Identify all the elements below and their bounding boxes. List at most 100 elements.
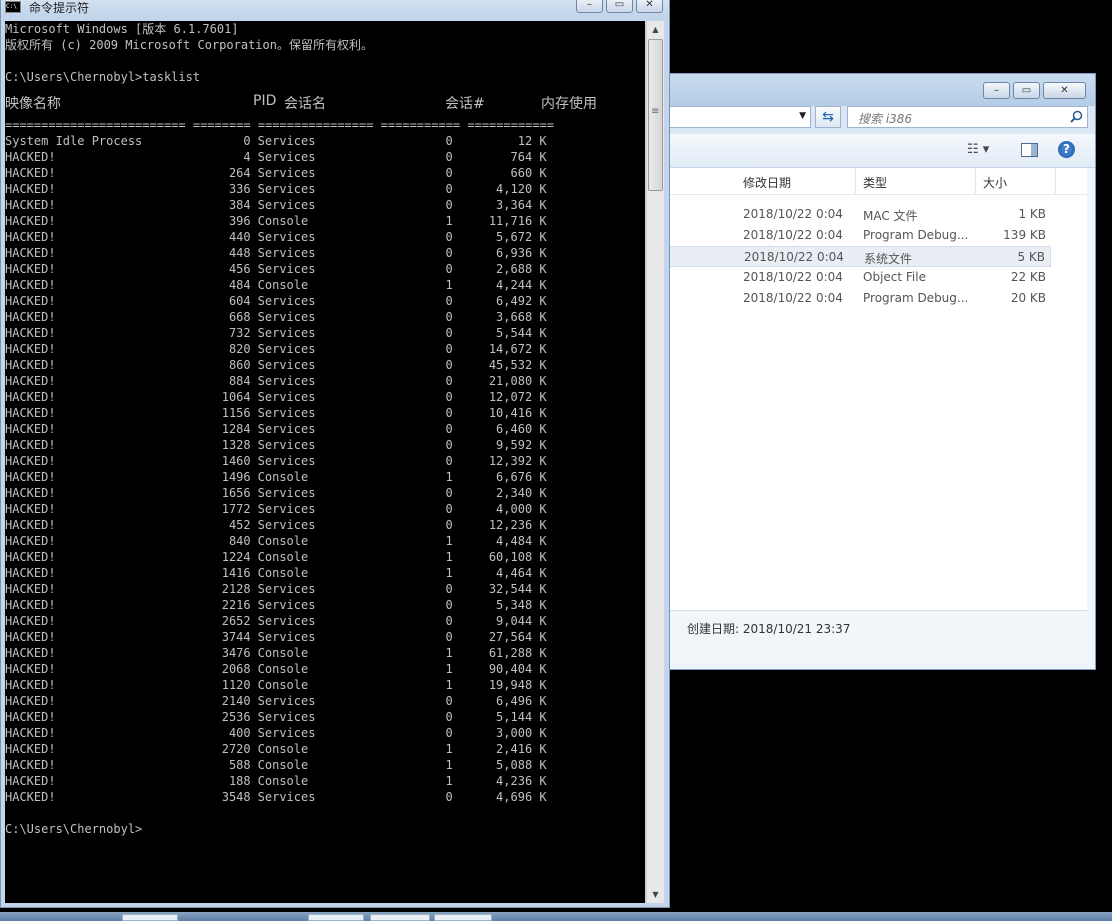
process-pid: 2216 [221, 598, 251, 612]
maximize-icon[interactable]: ▭ [606, 0, 633, 13]
process-mem: 14,672 K [488, 342, 547, 356]
process-session: Services [257, 502, 316, 516]
console-output[interactable]: Microsoft Windows [版本 6.1.7601] 版权所有 (c)… [5, 21, 645, 903]
column-size[interactable]: 大小 [983, 174, 1007, 191]
preview-pane-icon[interactable] [1021, 143, 1038, 157]
maximize-icon[interactable]: ▭ [1013, 82, 1040, 99]
header-session-num: 会话# [445, 96, 485, 112]
process-mem: 6,460 K [496, 422, 547, 436]
taskbar-item[interactable] [370, 914, 430, 921]
file-size: 139 KB [1003, 228, 1046, 242]
process-name: HACKED! [5, 774, 56, 788]
process-session: Console [257, 662, 309, 676]
details-created: 创建日期: 2018/10/21 23:37 [687, 622, 851, 636]
taskbar [0, 912, 1112, 921]
column-type[interactable]: 类型 [863, 174, 887, 191]
table-row: HACKED! 396 Console 1 11,716 K [5, 213, 645, 229]
close-icon[interactable]: ✕ [1043, 82, 1086, 99]
views-icon[interactable]: ☷ ▾ [967, 142, 989, 157]
process-mem: 2,340 K [496, 486, 547, 500]
column-date[interactable]: 修改日期 [743, 174, 791, 191]
process-mem: 19,948 K [488, 678, 547, 692]
address-input[interactable]: ▼ [667, 106, 811, 128]
process-pid: 1156 [221, 406, 251, 420]
process-pid: 1496 [221, 470, 251, 484]
process-pid: 456 [228, 262, 251, 276]
process-num: 0 [445, 262, 453, 276]
process-num: 1 [445, 662, 453, 676]
refresh-icon[interactable]: ⇆ [815, 106, 841, 128]
process-mem: 4,244 K [496, 278, 547, 292]
process-mem: 9,044 K [496, 614, 547, 628]
file-row[interactable]: 2018/10/22 0:04 MAC 文件 1 KB [667, 204, 1051, 225]
process-session: Services [257, 486, 316, 500]
process-name: System Idle Process [5, 134, 143, 148]
process-num: 0 [445, 486, 453, 500]
process-num: 1 [445, 214, 453, 228]
process-session: Console [257, 774, 309, 788]
process-num: 0 [445, 166, 453, 180]
cmd-titlebar[interactable]: C:\ 命令提示符 – ▭ ✕ [1, 0, 669, 15]
file-date: 2018/10/22 0:04 [743, 207, 843, 221]
header-session: 会话名 [284, 96, 326, 112]
scroll-down-icon[interactable]: ▼ [647, 886, 664, 903]
file-row[interactable]: 2018/10/22 0:04 Object File 22 KB [667, 267, 1051, 288]
taskbar-item[interactable] [434, 914, 492, 921]
search-icon[interactable] [1070, 110, 1083, 123]
process-session: Services [257, 150, 316, 164]
explorer-window: – ▭ ✕ ▼ ⇆ 搜索 i386 ☷ ▾ ? 修改日期 类型 大小 2018/… [666, 73, 1096, 670]
explorer-titlebar[interactable]: – ▭ ✕ [667, 74, 1095, 106]
close-icon[interactable]: ✕ [636, 0, 663, 13]
process-pid: 0 [243, 134, 251, 148]
file-row[interactable]: 2018/10/22 0:04 系统文件 5 KB [667, 246, 1051, 267]
file-type: 系统文件 [864, 252, 913, 266]
process-pid: 840 [228, 534, 251, 548]
search-input[interactable]: 搜索 i386 [847, 106, 1088, 128]
vertical-scrollbar[interactable]: ▲ ▼ [646, 21, 664, 903]
file-type: Object File [863, 270, 926, 284]
process-session: Services [257, 630, 316, 644]
taskbar-item[interactable] [122, 914, 178, 921]
process-name: HACKED! [5, 342, 56, 356]
chevron-down-icon[interactable]: ▼ [799, 111, 806, 121]
cmd-caption-buttons: – ▭ ✕ [573, 0, 663, 13]
table-row: HACKED! 440 Services 0 5,672 K [5, 229, 645, 245]
help-icon[interactable]: ? [1058, 141, 1075, 158]
file-size: 20 KB [1010, 291, 1046, 305]
cmd-icon[interactable]: C:\ [5, 1, 21, 13]
process-name: HACKED! [5, 166, 56, 180]
file-date: 2018/10/22 0:04 [743, 291, 843, 305]
process-name: HACKED! [5, 758, 56, 772]
scroll-thumb[interactable] [648, 39, 663, 191]
table-row: HACKED! 400 Services 0 3,000 K [5, 725, 645, 741]
process-name: HACKED! [5, 246, 56, 260]
process-session: Services [257, 262, 316, 276]
process-pid: 2720 [221, 742, 251, 756]
process-pid: 860 [228, 358, 251, 372]
process-name: HACKED! [5, 310, 56, 324]
process-pid: 2068 [221, 662, 251, 676]
process-session: Console [257, 534, 309, 548]
process-mem: 4,464 K [496, 566, 547, 580]
process-num: 0 [445, 230, 453, 244]
taskbar-item[interactable] [308, 914, 364, 921]
scroll-up-icon[interactable]: ▲ [647, 21, 664, 38]
file-row[interactable]: 2018/10/22 0:04 Program Debug... 139 KB [667, 225, 1051, 246]
process-mem: 4,484 K [496, 534, 547, 548]
process-pid: 400 [228, 726, 251, 740]
process-session: Services [257, 406, 316, 420]
file-row[interactable]: 2018/10/22 0:04 Program Debug... 20 KB [667, 288, 1051, 309]
process-mem: 32,544 K [488, 582, 547, 596]
process-mem: 4,000 K [496, 502, 547, 516]
file-type: Program Debug... [863, 291, 969, 305]
process-session: Services [257, 454, 316, 468]
table-row: HACKED! 1460 Services 0 12,392 K [5, 453, 645, 469]
process-session: Console [257, 550, 309, 564]
process-name: HACKED! [5, 214, 56, 228]
minimize-icon[interactable]: – [983, 82, 1010, 99]
table-row: HACKED! 452 Services 0 12,236 K [5, 517, 645, 533]
minimize-icon[interactable]: – [576, 0, 603, 13]
process-session: Services [257, 230, 316, 244]
process-pid: 484 [228, 278, 251, 292]
table-row: HACKED! 456 Services 0 2,688 K [5, 261, 645, 277]
